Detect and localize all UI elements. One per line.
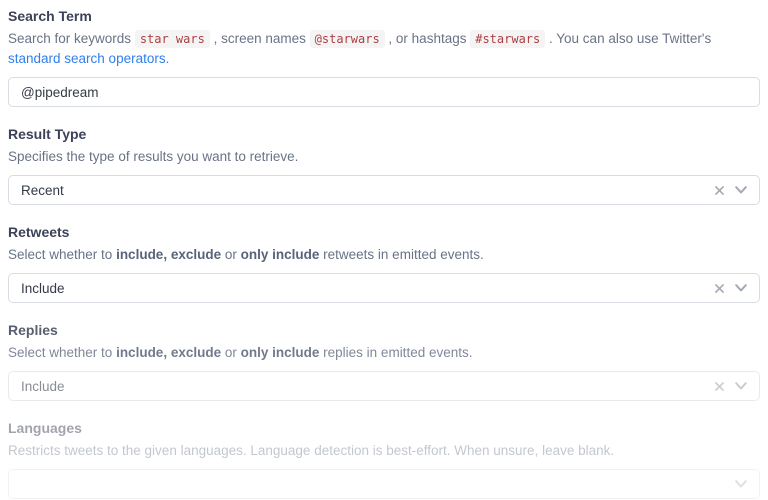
select-icons xyxy=(733,476,749,492)
description-text: or xyxy=(221,247,241,262)
code-snippet: @starwars xyxy=(310,30,385,48)
field-label: Search Term xyxy=(8,8,760,25)
description-text: Search for keywords xyxy=(8,31,135,46)
code-snippet: star wars xyxy=(135,30,210,48)
chevron-down-icon[interactable] xyxy=(733,280,749,296)
languages-select[interactable] xyxy=(8,469,760,499)
result-type-select[interactable]: Recent xyxy=(8,175,760,205)
field-result-type: Result Type Specifies the type of result… xyxy=(8,126,760,205)
field-retweets: Retweets Select whether to include, excl… xyxy=(8,224,760,303)
description-text: Specifies the type of results you want t… xyxy=(8,149,298,164)
search-operators-link[interactable]: standard search operators. xyxy=(8,51,169,66)
field-label: Languages xyxy=(8,420,760,437)
field-description: Restricts tweets to the given languages.… xyxy=(8,441,756,461)
twitter-search-config-form: Search Term Search for keywords star war… xyxy=(8,8,760,499)
select-value: Recent xyxy=(21,183,713,198)
field-label: Retweets xyxy=(8,224,760,241)
replies-select[interactable]: Include xyxy=(8,371,760,401)
description-text: replies in emitted events. xyxy=(319,345,472,360)
field-description: Specifies the type of results you want t… xyxy=(8,147,756,167)
description-bold-text: only include xyxy=(241,345,320,360)
description-text: Select whether to xyxy=(8,345,116,360)
chevron-down-icon[interactable] xyxy=(733,378,749,394)
chevron-down-icon[interactable] xyxy=(733,182,749,198)
chevron-down-icon[interactable] xyxy=(733,476,749,492)
description-text: . You can also use Twitter's xyxy=(545,31,711,46)
search-term-input[interactable] xyxy=(21,78,749,106)
description-text: , screen names xyxy=(210,31,310,46)
field-search-term: Search Term Search for keywords star war… xyxy=(8,8,760,107)
select-icons xyxy=(713,182,749,198)
description-text: Select whether to xyxy=(8,247,116,262)
clear-icon[interactable] xyxy=(713,184,726,197)
field-label: Result Type xyxy=(8,126,760,143)
retweets-select[interactable]: Include xyxy=(8,273,760,303)
description-bold-text: include, xyxy=(116,345,167,360)
description-bold-text: include, xyxy=(116,247,167,262)
description-bold-text: exclude xyxy=(171,345,221,360)
description-text: , or hashtags xyxy=(385,31,471,46)
description-bold-text: only include xyxy=(241,247,320,262)
field-description: Search for keywords star wars , screen n… xyxy=(8,29,756,69)
description-text: or xyxy=(221,345,241,360)
search-term-text-control[interactable] xyxy=(8,77,760,107)
field-description: Select whether to include, exclude or on… xyxy=(8,343,756,363)
description-text: Restricts tweets to the given languages.… xyxy=(8,443,614,458)
select-value: Include xyxy=(21,281,713,296)
select-value: Include xyxy=(21,379,713,394)
field-description: Select whether to include, exclude or on… xyxy=(8,245,756,265)
description-bold-text: exclude xyxy=(171,247,221,262)
field-languages: Languages Restricts tweets to the given … xyxy=(8,420,760,499)
field-label: Replies xyxy=(8,322,760,339)
select-icons xyxy=(713,280,749,296)
clear-icon[interactable] xyxy=(713,282,726,295)
clear-icon[interactable] xyxy=(713,380,726,393)
description-text: retweets in emitted events. xyxy=(319,247,483,262)
select-icons xyxy=(713,378,749,394)
field-replies: Replies Select whether to include, exclu… xyxy=(8,322,760,401)
code-snippet: #starwars xyxy=(470,30,545,48)
